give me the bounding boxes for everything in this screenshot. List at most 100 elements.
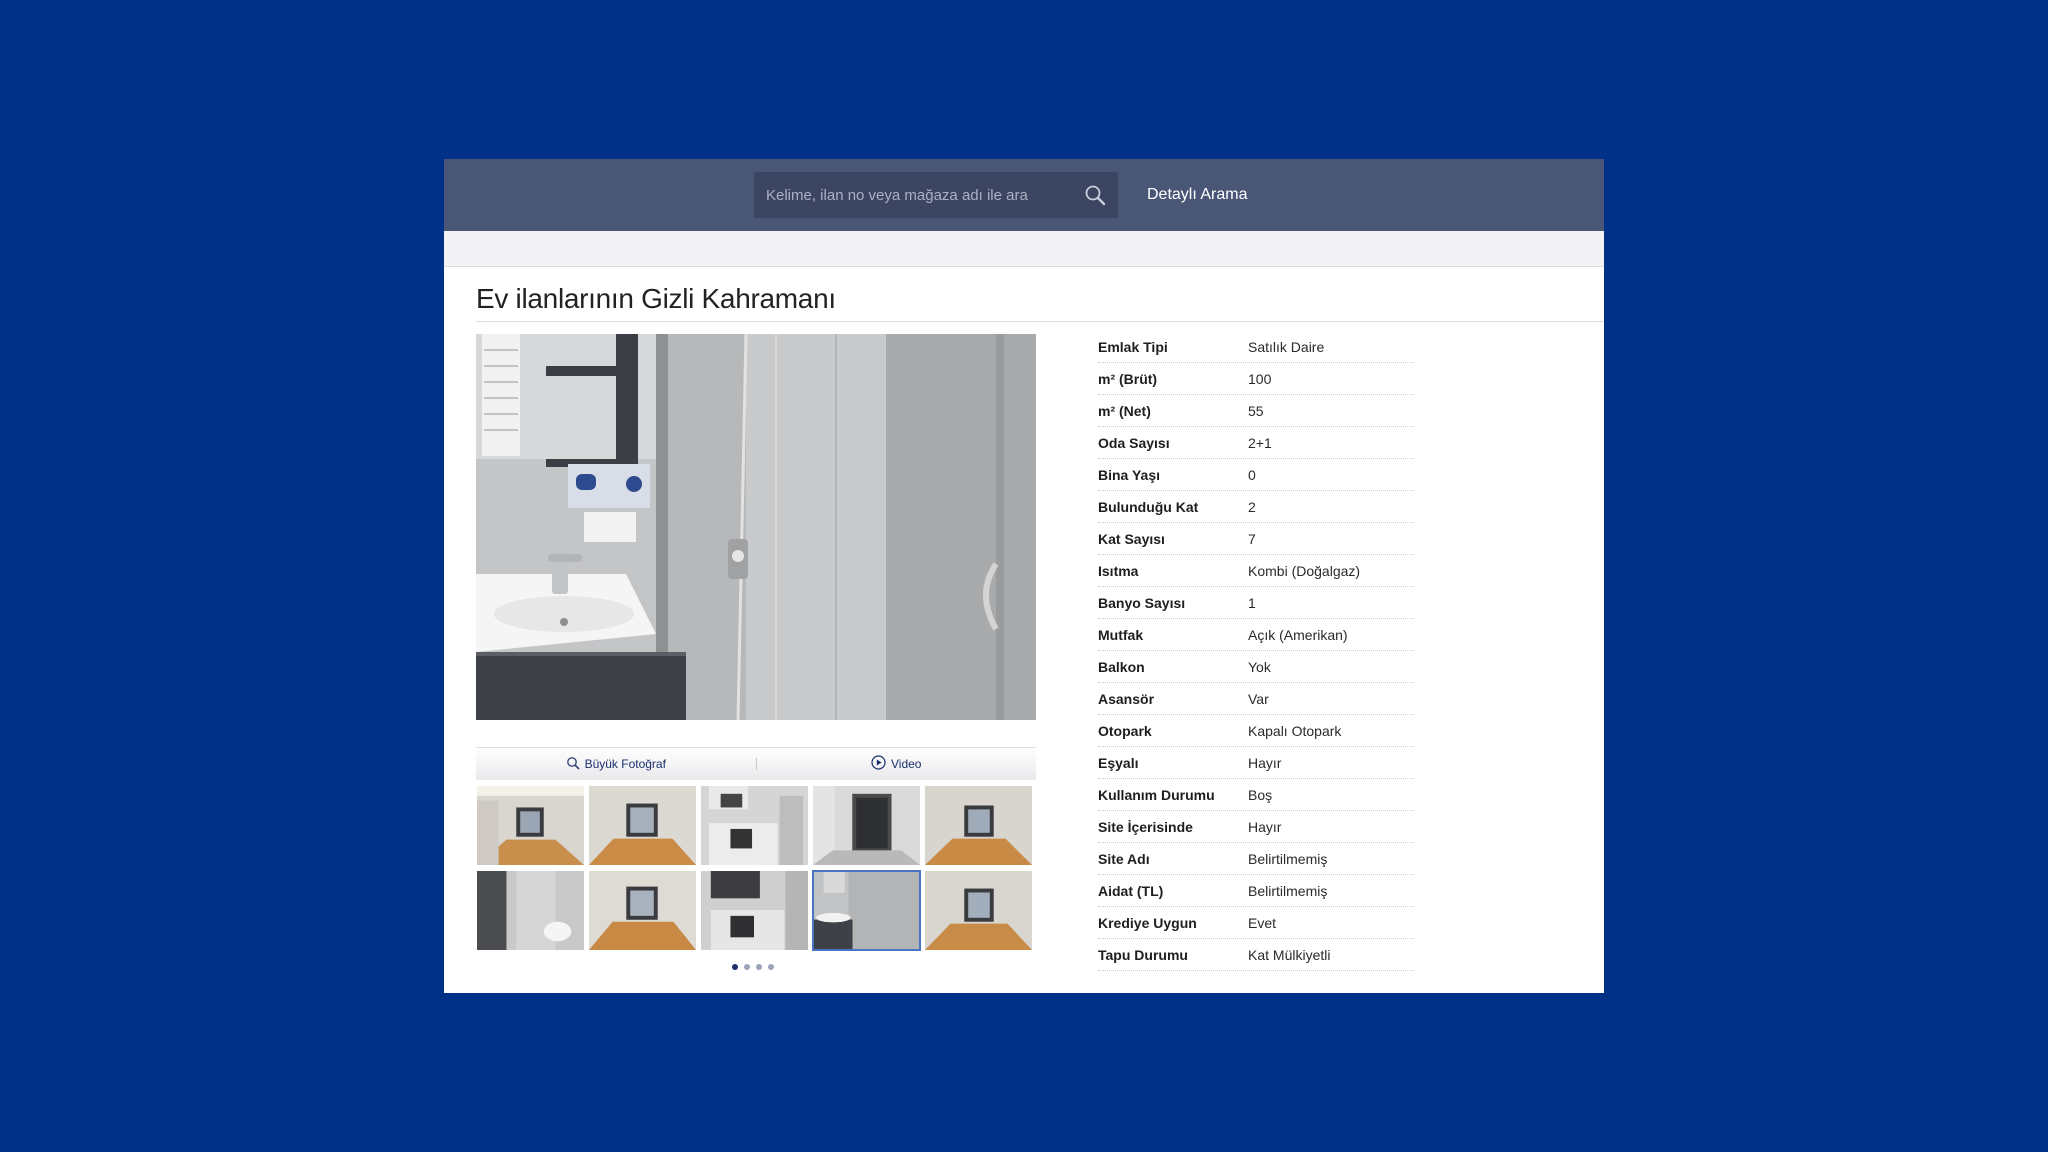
- spec-value: Belirtilmemiş: [1248, 850, 1328, 867]
- large-photo-button[interactable]: Büyük Fotoğraf: [476, 756, 756, 773]
- video-label: Video: [891, 757, 922, 771]
- bathroom-photo: [476, 334, 1036, 720]
- room-photo: [477, 786, 584, 865]
- spec-label: Site İçerisinde: [1098, 818, 1193, 835]
- thumbnail-grid: [476, 785, 1036, 951]
- room-photo: [589, 786, 696, 865]
- spec-label: Otopark: [1098, 722, 1152, 739]
- spec-value: Var: [1248, 690, 1269, 707]
- spec-label: Oda Sayısı: [1098, 434, 1170, 451]
- kitchen-photo: [701, 786, 808, 865]
- gallery-thumbnail[interactable]: [700, 785, 809, 866]
- spec-value: Boş: [1248, 786, 1273, 803]
- listing-window: Detaylı Arama Ev ilanlarının Gizli Kahra…: [444, 159, 1604, 993]
- bathroom-photo: [814, 872, 919, 949]
- detailed-search-link[interactable]: Detaylı Arama: [1147, 183, 1247, 207]
- spec-value: Hayır: [1248, 754, 1282, 771]
- spec-row: Krediye Uygun Evet: [1098, 907, 1414, 939]
- gallery-thumbnail[interactable]: [700, 870, 809, 951]
- spec-label: Isıtma: [1098, 562, 1139, 579]
- property-specs-table: Emlak Tipi Satılık Daire m² (Brüt) 100 m² …: [1098, 331, 1414, 971]
- search-icon[interactable]: [1082, 182, 1108, 208]
- spec-value: 1: [1248, 594, 1256, 611]
- spec-label: Aidat (TL): [1098, 882, 1164, 899]
- gallery-thumbnail-selected[interactable]: [812, 870, 921, 951]
- hallway-photo: [813, 786, 920, 865]
- play-icon: [871, 755, 886, 773]
- spec-label: Banyo Sayısı: [1098, 594, 1186, 611]
- spec-row: Mutfak Açık (Amerikan): [1098, 619, 1414, 651]
- pagination-dot[interactable]: [756, 964, 762, 970]
- spec-value: 0: [1248, 466, 1256, 483]
- spec-label: Kullanım Durumu: [1098, 786, 1215, 803]
- spec-row: Banyo Sayısı 1: [1098, 587, 1414, 619]
- spec-value: Kombi (Doğalgaz): [1248, 562, 1361, 579]
- spec-row: Oda Sayısı 2+1: [1098, 427, 1414, 459]
- large-photo-label: Büyük Fotoğraf: [584, 757, 666, 771]
- spec-value: Belirtilmemiş: [1248, 882, 1328, 899]
- pagination-dot[interactable]: [768, 964, 774, 970]
- room-photo: [925, 871, 1032, 950]
- spec-row: Emlak Tipi Satılık Daire: [1098, 331, 1414, 363]
- gallery-thumbnail[interactable]: [588, 785, 697, 866]
- spec-row: Aidat (TL) Belirtilmemiş: [1098, 875, 1414, 907]
- spec-label: Bina Yaşı: [1098, 466, 1161, 483]
- search-box[interactable]: [754, 172, 1118, 218]
- kitchen-photo: [701, 871, 808, 950]
- spec-label: Kat Sayısı: [1098, 530, 1165, 547]
- gallery-pagination: [732, 964, 774, 970]
- spec-label: Krediye Uygun: [1098, 914, 1197, 931]
- spec-row: Site İçerisinde Hayır: [1098, 811, 1414, 843]
- spec-value: Satılık Daire: [1248, 338, 1325, 355]
- spec-value: Açık (Amerikan): [1248, 626, 1348, 643]
- spec-row: Isıtma Kombi (Doğalgaz): [1098, 555, 1414, 587]
- video-button[interactable]: Video: [757, 755, 1037, 773]
- gallery-thumbnail[interactable]: [476, 785, 585, 866]
- spec-label: m² (Brüt): [1098, 370, 1158, 387]
- pagination-dot[interactable]: [744, 964, 750, 970]
- spec-value: 7: [1248, 530, 1256, 547]
- spec-row: Otopark Kapalı Otopark: [1098, 715, 1414, 747]
- spec-value: Hayır: [1248, 818, 1282, 835]
- gallery-thumbnail[interactable]: [812, 785, 921, 866]
- spec-value: Yok: [1248, 658, 1271, 675]
- spec-row: Kullanım Durumu Boş: [1098, 779, 1414, 811]
- title-divider: [476, 321, 1604, 322]
- gallery-thumbnail[interactable]: [588, 870, 697, 951]
- listing-title: Ev ilanlarının Gizli Kahramanı: [476, 283, 836, 314]
- spec-value: 2: [1248, 498, 1256, 515]
- gallery-thumbnail[interactable]: [476, 870, 585, 951]
- spec-value: Kapalı Otopark: [1248, 722, 1342, 739]
- spec-value: Evet: [1248, 914, 1277, 931]
- spec-label: Site Adı: [1098, 850, 1150, 867]
- gallery-thumbnail[interactable]: [924, 870, 1033, 951]
- spec-row: Kat Sayısı 7: [1098, 523, 1414, 555]
- room-photo: [589, 871, 696, 950]
- spec-row: Balkon Yok: [1098, 651, 1414, 683]
- gallery-thumbnail[interactable]: [924, 785, 1033, 866]
- spec-value: 100: [1248, 370, 1272, 387]
- main-photo[interactable]: [476, 334, 1036, 720]
- spec-label: Balkon: [1098, 658, 1145, 675]
- spec-label: Mutfak: [1098, 626, 1144, 643]
- top-navigation-bar: Detaylı Arama: [444, 159, 1604, 231]
- spec-row: m² (Net) 55: [1098, 395, 1414, 427]
- spec-value: Kat Mülkiyetli: [1248, 946, 1331, 963]
- spec-row: Eşyalı Hayır: [1098, 747, 1414, 779]
- spec-label: Asansör: [1098, 690, 1155, 707]
- spec-row: m² (Brüt) 100: [1098, 363, 1414, 395]
- spec-label: m² (Net): [1098, 402, 1151, 419]
- search-input[interactable]: [764, 185, 1082, 205]
- photo-actions-bar: Büyük Fotoğraf Video: [476, 747, 1036, 780]
- spec-value: 2+1: [1248, 434, 1272, 451]
- sub-navigation-bar: [444, 231, 1604, 267]
- pagination-dot-active[interactable]: [732, 964, 738, 970]
- magnifier-icon: [566, 756, 580, 773]
- bathroom-photo: [477, 871, 584, 950]
- spec-row: Site Adı Belirtilmemiş: [1098, 843, 1414, 875]
- spec-row: Bina Yaşı 0: [1098, 459, 1414, 491]
- room-photo: [925, 786, 1032, 865]
- spec-label: Bulunduğu Kat: [1098, 498, 1199, 515]
- spec-row: Bulunduğu Kat 2: [1098, 491, 1414, 523]
- spec-label: Tapu Durumu: [1098, 946, 1188, 963]
